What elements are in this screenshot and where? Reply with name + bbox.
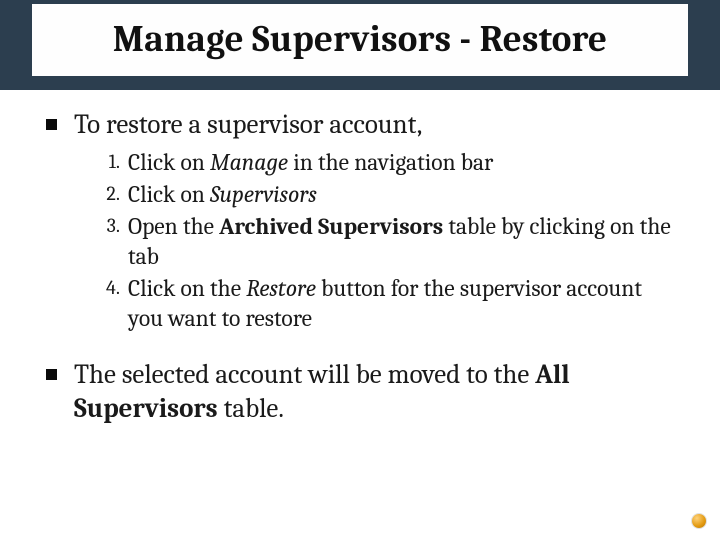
slide-body: To restore a supervisor account, Click o…	[0, 90, 720, 426]
title-band: Manage Supervisors - Restore	[0, 0, 720, 90]
step-3: Open the Archived Supervisors table by c…	[94, 212, 680, 272]
steps-list: Click on Manage in the navigation bar Cl…	[40, 148, 680, 334]
step-bold: Archived Supervisors	[219, 213, 443, 240]
step-text: Click on	[128, 149, 210, 176]
bullet-outro: The selected account will be moved to th…	[40, 358, 680, 426]
step-2: Click on Supervisors	[94, 180, 680, 210]
outro-text: The selected account will be moved to th…	[74, 359, 535, 390]
help-icon[interactable]	[692, 514, 706, 528]
step-em: Supervisors	[210, 181, 317, 208]
step-text: Click on	[128, 181, 210, 208]
step-text: Click on the	[128, 275, 246, 302]
step-text: Open the	[128, 213, 219, 240]
bullet-intro: To restore a supervisor account,	[40, 108, 680, 142]
step-4: Click on the Restore button for the supe…	[94, 274, 680, 334]
step-1: Click on Manage in the navigation bar	[94, 148, 680, 178]
step-text: in the navigation bar	[288, 149, 493, 176]
step-em: Restore	[246, 275, 316, 302]
slide-title: Manage Supervisors - Restore	[32, 4, 688, 76]
outro-text: table.	[218, 393, 284, 424]
step-em: Manage	[210, 149, 288, 176]
